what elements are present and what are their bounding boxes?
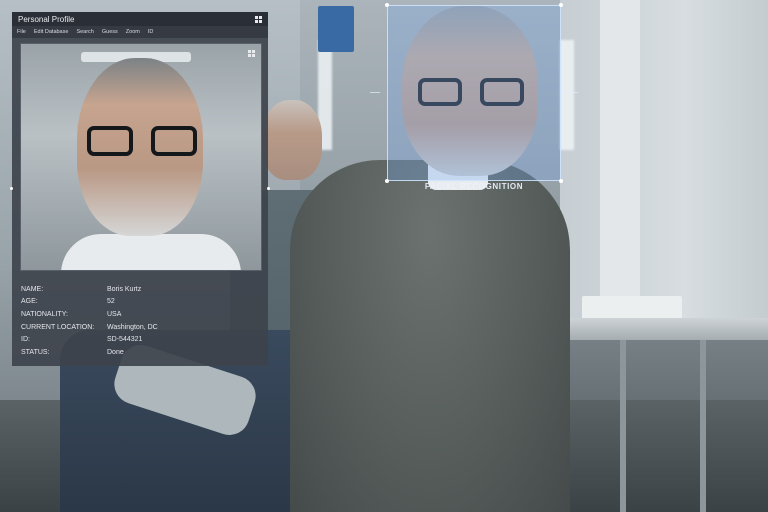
field-label: CURRENT LOCATION:	[21, 323, 95, 331]
field-label: NAME:	[21, 285, 44, 293]
corner-marker	[385, 3, 389, 7]
photo-shoulders	[61, 234, 241, 270]
field-row-name: NAME: Boris Kurtz	[21, 283, 261, 296]
resize-handle[interactable]	[267, 187, 270, 190]
wall	[560, 0, 768, 320]
menu-zoom[interactable]: Zoom	[126, 29, 140, 35]
field-value: 52	[107, 298, 115, 306]
table-leg	[700, 340, 706, 512]
wall-sign	[318, 6, 354, 52]
window-titlebar[interactable]: Personal Profile	[12, 12, 268, 26]
profile-window[interactable]: Personal Profile File Edit Database Sear…	[12, 12, 268, 366]
grid-icon[interactable]	[255, 15, 262, 23]
field-value: Washington, DC	[107, 323, 158, 331]
menu-guess[interactable]: Guess	[102, 29, 118, 35]
window-title: Personal Profile	[18, 14, 75, 24]
guide-tick	[568, 92, 578, 93]
pillar	[600, 0, 640, 300]
table-leg	[620, 340, 626, 512]
field-value: USA	[107, 310, 122, 318]
field-row-age: AGE: 52	[21, 296, 261, 309]
grid-icon[interactable]	[248, 50, 255, 57]
menu-edit-database[interactable]: Edit Database	[34, 29, 69, 35]
facial-recognition-label: FACIAL RECOGNITION	[424, 182, 524, 191]
guide-tick	[370, 92, 380, 93]
resize-handle[interactable]	[10, 187, 13, 190]
face-detection-box[interactable]	[387, 5, 561, 181]
ceiling-light	[560, 40, 574, 150]
field-label: AGE:	[21, 298, 38, 306]
field-label: NATIONALITY:	[21, 310, 68, 318]
table	[546, 318, 768, 340]
field-label: ID:	[21, 336, 30, 344]
menu-file[interactable]: File	[17, 29, 26, 35]
field-value: Boris Kurtz	[107, 285, 142, 293]
glasses	[87, 126, 197, 158]
menu-bar: File Edit Database Search Guess Zoom ID	[12, 26, 268, 38]
profile-photo	[20, 43, 262, 271]
corner-marker	[559, 3, 563, 7]
field-value: Done	[107, 348, 124, 356]
person-main-body	[290, 160, 570, 512]
field-row-location: CURRENT LOCATION: Washington, DC	[21, 321, 261, 334]
menu-id[interactable]: ID	[148, 29, 154, 35]
profile-info: NAME: Boris Kurtz AGE: 52 NATIONALITY: U…	[21, 283, 261, 359]
field-label: STATUS:	[21, 348, 50, 356]
field-row-status: STATUS: Done	[21, 346, 261, 359]
menu-search[interactable]: Search	[76, 29, 93, 35]
field-value: SD-544321	[107, 336, 143, 344]
field-row-id: ID: SD-544321	[21, 333, 261, 346]
person-background-head	[262, 100, 322, 180]
field-row-nationality: NATIONALITY: USA	[21, 308, 261, 321]
